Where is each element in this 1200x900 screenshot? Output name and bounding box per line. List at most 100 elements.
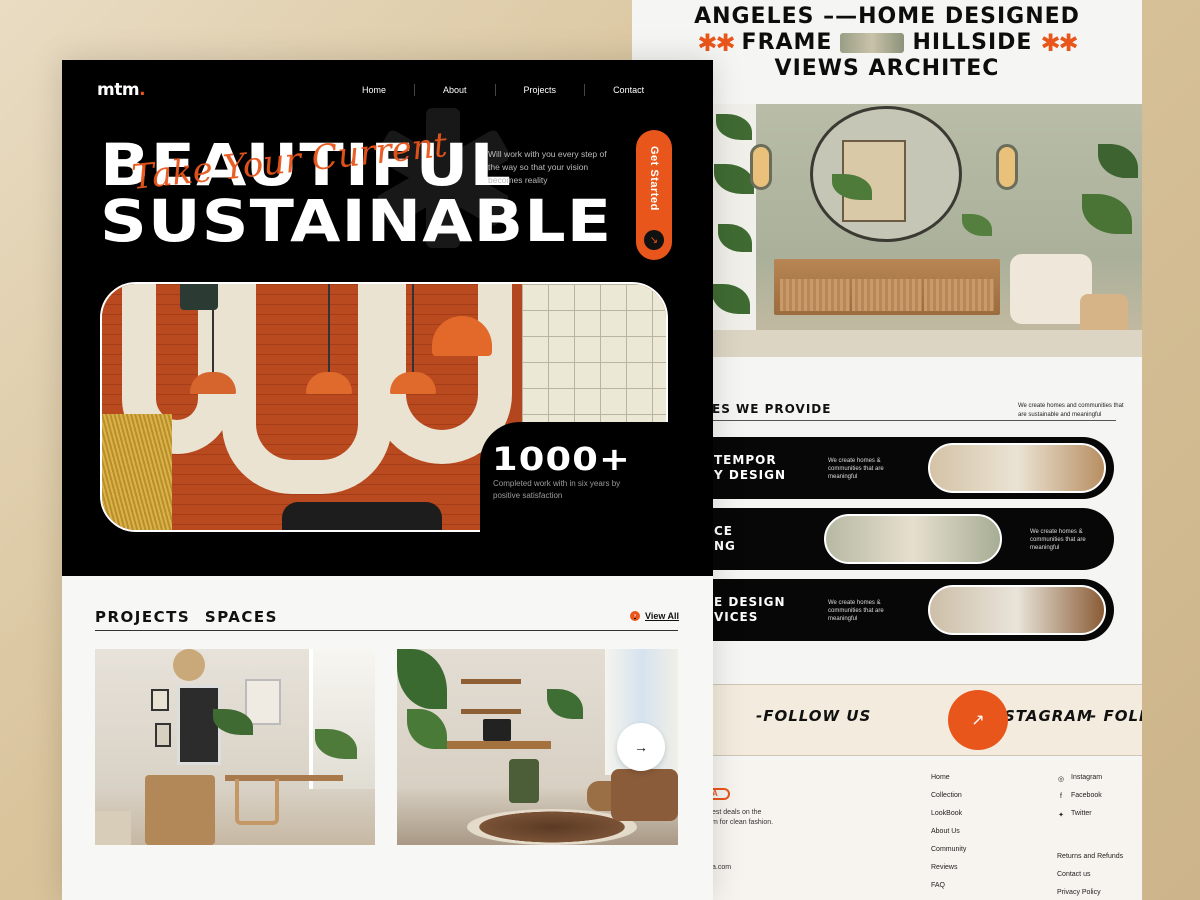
nav-projects[interactable]: Projects xyxy=(524,85,557,95)
arrow-icon: › xyxy=(630,611,640,621)
chair xyxy=(509,759,539,803)
wall-sconce xyxy=(996,144,1018,190)
service-title: TEMPOR xyxy=(714,453,777,467)
main-nav: Home About Projects Contact xyxy=(362,84,644,96)
twitter-icon: ✦ xyxy=(1058,811,1064,819)
footer-support: Returns and Refunds Contact us Privacy P… xyxy=(1057,853,1123,898)
instagram-icon: ◎ xyxy=(1057,775,1065,783)
arrow-down-right-icon: ↘ xyxy=(644,230,664,250)
tagline-line: est deals on the xyxy=(712,809,762,816)
follow-button[interactable]: ↗ xyxy=(948,690,1008,750)
window xyxy=(309,649,375,789)
footer-link-privacy[interactable]: Privacy Policy xyxy=(1057,889,1123,898)
inline-thumbnail xyxy=(840,33,905,53)
leaf xyxy=(962,214,992,236)
wall-frame xyxy=(155,723,171,747)
footer-link-lookbook[interactable]: LookBook xyxy=(931,810,966,819)
project-card[interactable] xyxy=(95,649,375,845)
leather-chair xyxy=(611,769,678,821)
footer-link-community[interactable]: Community xyxy=(931,846,966,855)
pampas-grass xyxy=(102,414,172,530)
leaf xyxy=(397,649,447,709)
asterisk-icon: ✱✱ xyxy=(697,29,735,57)
social-instagram[interactable]: ◎ Instagram xyxy=(1057,774,1102,783)
footer-link-reviews[interactable]: Reviews xyxy=(931,864,966,873)
get-started-button[interactable]: Get Started ↘ xyxy=(636,130,672,260)
leaf xyxy=(714,164,754,194)
wall-frame xyxy=(151,689,169,711)
nav-divider xyxy=(584,84,586,96)
arrow-right-icon: → xyxy=(634,739,648,755)
social-facebook[interactable]: f Facebook xyxy=(1057,792,1102,801)
social-twitter[interactable]: ✦ Twitter xyxy=(1057,810,1102,819)
service-photo xyxy=(824,514,1002,564)
cabinet xyxy=(145,775,215,845)
shelf xyxy=(461,679,521,684)
stat-description: Completed work with in six years by posi… xyxy=(493,479,621,500)
marquee-word-frame: FRAME xyxy=(741,30,833,55)
marquee-word-hillside: HILLSIDE xyxy=(912,30,1033,55)
leaf xyxy=(407,709,447,749)
arrow-up-right-icon: ↗ xyxy=(971,712,985,729)
footer-links: Home Collection LookBook About Us Commun… xyxy=(931,774,966,891)
view-all-link[interactable]: › View All xyxy=(630,611,679,621)
service-description: We create homes & communities that are m… xyxy=(828,600,884,622)
nav-divider xyxy=(414,84,416,96)
mirror-frame xyxy=(177,685,221,765)
nav-home[interactable]: Home xyxy=(362,85,386,95)
footer: A est deals on the m for clean fashion. a… xyxy=(712,760,1142,900)
stat-number: 1000+ xyxy=(492,440,632,478)
social-label: Twitter xyxy=(1071,810,1092,817)
footer-email[interactable]: a.com xyxy=(712,864,731,871)
service-card[interactable]: E DESIGN VICES We create homes & communit… xyxy=(712,579,1114,641)
footer-link-returns[interactable]: Returns and Refunds xyxy=(1057,853,1123,862)
footer-logo: A xyxy=(712,788,730,800)
social-label: Facebook xyxy=(1071,792,1102,799)
leaf xyxy=(1098,144,1138,178)
footer-link-collection[interactable]: Collection xyxy=(931,792,966,801)
carousel-next-button[interactable]: → xyxy=(617,723,665,771)
nav-contact[interactable]: Contact xyxy=(613,85,644,95)
plant-edge xyxy=(712,104,756,357)
service-card[interactable]: CE NG We create homes & communities that … xyxy=(712,508,1114,570)
wall-frame xyxy=(245,679,281,725)
leaf xyxy=(1082,194,1132,234)
rattan-console xyxy=(774,259,1000,315)
hero-title-line-2: SUSTAINABLE xyxy=(100,187,613,255)
service-title: Y DESIGN xyxy=(714,468,787,482)
rug xyxy=(712,330,1142,357)
logo-dot: . xyxy=(139,80,146,100)
footer-link-home[interactable]: Home xyxy=(931,774,966,783)
chairs xyxy=(282,502,442,530)
service-card[interactable]: TEMPOR Y DESIGN We create homes & communi… xyxy=(712,437,1114,499)
nav-about[interactable]: About xyxy=(443,85,467,95)
nav-divider xyxy=(494,84,496,96)
projects-heading: PROJECTS SPACES xyxy=(95,608,278,626)
main-page: mtm. Home About Projects Contact BEAUTIF… xyxy=(62,60,713,900)
view-all-label: View All xyxy=(645,611,680,621)
service-title: CE xyxy=(714,524,734,538)
books xyxy=(95,811,131,845)
wall-basket xyxy=(173,649,205,681)
asterisk-icon: ✱✱ xyxy=(1040,29,1078,57)
divider xyxy=(712,420,1116,421)
wall-sconce xyxy=(750,144,772,190)
monitor xyxy=(483,719,511,741)
get-started-label: Get Started xyxy=(648,146,660,211)
service-photo xyxy=(928,585,1106,635)
living-room-photo xyxy=(712,104,1142,357)
leaf xyxy=(716,114,752,140)
footer-link-contact[interactable]: Contact us xyxy=(1057,871,1123,880)
service-title: E DESIGN xyxy=(714,595,786,609)
cabinet-door xyxy=(852,279,922,311)
footer-link-about[interactable]: About Us xyxy=(931,828,966,837)
leaf xyxy=(718,224,752,252)
service-photo xyxy=(928,443,1106,493)
lamp-cord xyxy=(328,284,330,374)
footer-social: ◎ Instagram f Facebook ✦ Twitter xyxy=(1057,774,1102,819)
leaf xyxy=(547,689,583,719)
hero-section: mtm. Home About Projects Contact BEAUTIF… xyxy=(62,60,713,576)
brand-logo[interactable]: mtm. xyxy=(97,80,146,100)
facebook-icon: f xyxy=(1060,793,1062,800)
footer-link-faq[interactable]: FAQ xyxy=(931,882,966,891)
